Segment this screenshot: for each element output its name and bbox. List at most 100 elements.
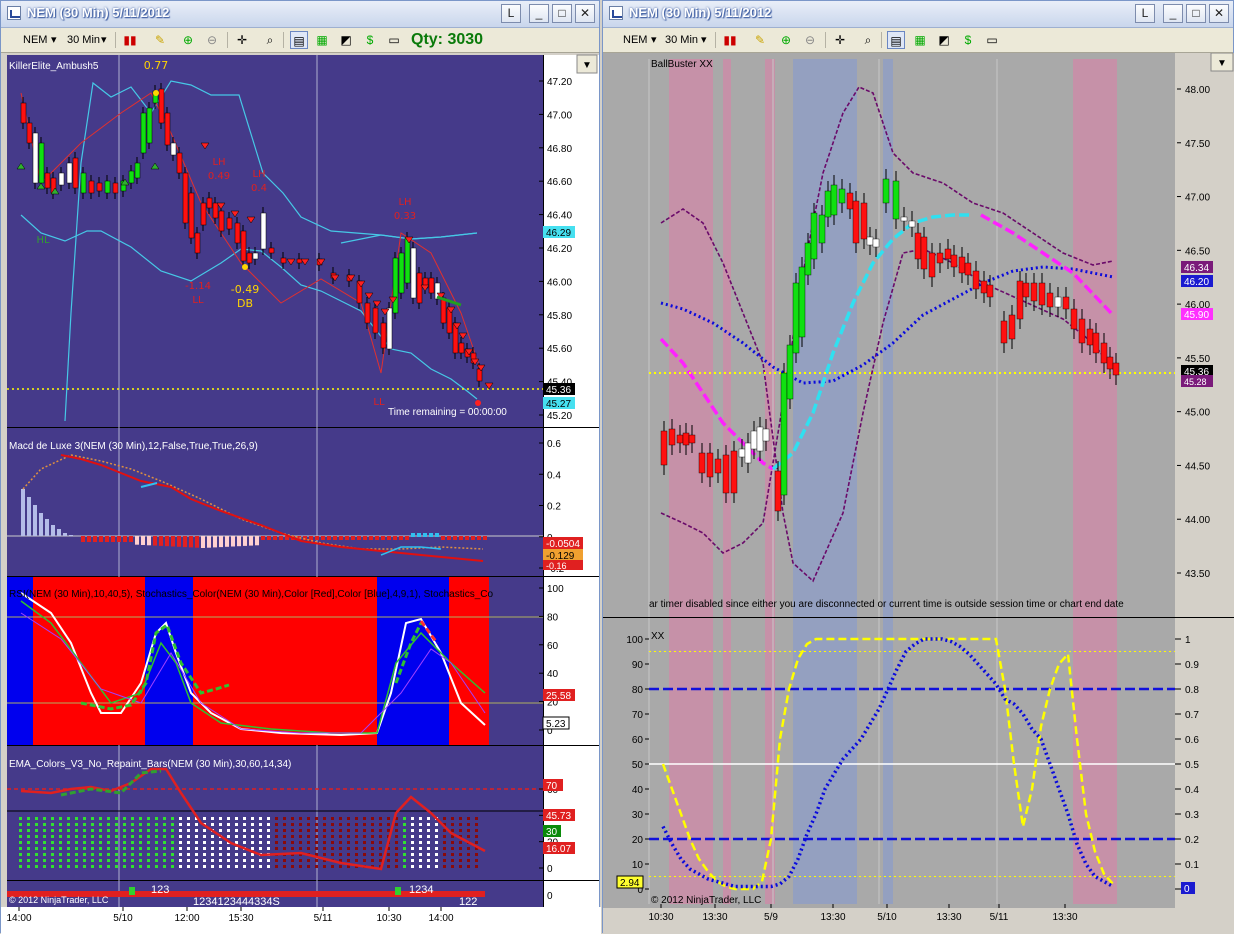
minimize-icon[interactable]: _ xyxy=(1163,4,1183,23)
ema-dot xyxy=(147,823,150,826)
ema-dot xyxy=(27,823,30,826)
ema-dot xyxy=(435,823,438,826)
macd-bar xyxy=(459,536,463,540)
indicators-icon[interactable]: ▦ xyxy=(911,31,929,49)
macd-bar xyxy=(165,536,169,547)
ema-dot xyxy=(411,847,414,850)
stoch-tick-label: 60 xyxy=(547,641,559,652)
macd-bar xyxy=(453,536,457,540)
ema-dot xyxy=(203,829,206,832)
strategies-icon[interactable]: ◩ xyxy=(337,31,355,49)
dropdown-arrow-icon[interactable]: ▾ xyxy=(51,31,57,49)
ema-dot xyxy=(251,823,254,826)
ema-dot xyxy=(35,853,38,856)
ema-dot xyxy=(467,865,470,868)
crosshair-icon[interactable]: ✛ xyxy=(831,31,849,49)
ema-dot xyxy=(155,865,158,868)
ema-dot xyxy=(195,841,198,844)
data-box-icon[interactable]: ▭ xyxy=(983,31,1001,49)
right-chart-area[interactable]: ▼ BallBuster XX ar timer disabled since … xyxy=(603,53,1234,934)
ema-dot xyxy=(323,847,326,850)
link-button[interactable]: L xyxy=(501,4,521,23)
ema-dot xyxy=(211,841,214,844)
zoom-out-icon[interactable]: ⊖ xyxy=(801,31,819,49)
zoom-in-icon[interactable]: ⊕ xyxy=(777,31,795,49)
indicators-icon[interactable]: ▦ xyxy=(313,31,331,49)
maximize-icon[interactable]: □ xyxy=(1186,4,1206,23)
ema-dot xyxy=(171,823,174,826)
strategies-icon[interactable]: ◩ xyxy=(935,31,953,49)
ema-dot xyxy=(83,817,86,820)
dropdown-arrow-icon[interactable]: ▾ xyxy=(651,31,657,49)
candle xyxy=(750,430,758,450)
chart-trader-icon[interactable]: ▤ xyxy=(290,31,308,49)
minimize-icon[interactable]: _ xyxy=(529,4,549,23)
ema-dot xyxy=(187,853,190,856)
ema-dot xyxy=(387,817,390,820)
ema-dot xyxy=(475,865,478,868)
zoom-out-icon[interactable]: ⊖ xyxy=(203,31,221,49)
dollar-icon[interactable]: $ xyxy=(361,31,379,49)
ema-dot xyxy=(43,865,46,868)
close-icon[interactable]: ✕ xyxy=(575,4,595,23)
ema-dot xyxy=(91,817,94,820)
right-toolbar: NEM ▾ 30 Min ▾ ▮▮ ✎ ⊕ ⊖ ✛ ⌕ ▤ ▦ ◩ $ ▭ xyxy=(603,28,1233,53)
right-title-bar: NEM (30 Min) 5/11/2012 L _ □ ✕ xyxy=(603,1,1233,28)
ema-dot xyxy=(339,829,342,832)
ema-dot xyxy=(363,835,366,838)
chart-trader-icon[interactable]: ▤ xyxy=(887,31,905,49)
ema-dot xyxy=(419,829,422,832)
ema-dot xyxy=(155,847,158,850)
ema-dot xyxy=(355,817,358,820)
ema-dot xyxy=(179,859,182,862)
bar-style-icon[interactable]: ▮▮ xyxy=(721,31,739,49)
ema-dot xyxy=(155,853,158,856)
ema-dot xyxy=(275,823,278,826)
interval-selector[interactable]: 30 Min xyxy=(665,31,698,49)
ema-dot xyxy=(75,841,78,844)
crosshair-icon[interactable]: ✛ xyxy=(233,31,251,49)
ema-dot xyxy=(67,859,70,862)
link-button[interactable]: L xyxy=(1135,4,1155,23)
ema-dot xyxy=(123,829,126,832)
instrument-selector[interactable]: NEM xyxy=(623,31,647,49)
ema-dot xyxy=(283,847,286,850)
properties-icon[interactable]: ⌕ xyxy=(859,31,877,49)
candle xyxy=(1086,328,1094,346)
ema-dot xyxy=(459,817,462,820)
macd-bar xyxy=(387,536,391,540)
ema-dot xyxy=(267,847,270,850)
right-price-tick-label: 46.50 xyxy=(1185,246,1210,257)
dollar-icon[interactable]: $ xyxy=(959,31,977,49)
pencil-icon[interactable]: ✎ xyxy=(151,31,169,49)
left-chart-area[interactable]: ▼ 0.77 LH 0.49 LH 0.4 LH 0.33 -0.49 DB -… xyxy=(1,53,601,934)
candle xyxy=(964,262,972,276)
dropdown-arrow-icon[interactable]: ▾ xyxy=(701,31,707,49)
ema-dot xyxy=(35,841,38,844)
zoom-in-icon[interactable]: ⊕ xyxy=(179,31,197,49)
ema-dot xyxy=(43,823,46,826)
bar-style-icon[interactable]: ▮▮ xyxy=(121,31,139,49)
ema-dot xyxy=(91,835,94,838)
ema-dot xyxy=(67,853,70,856)
svg-text:45.90: 45.90 xyxy=(1184,310,1209,321)
chart-icon xyxy=(609,6,623,20)
maximize-icon[interactable]: □ xyxy=(552,4,572,23)
instrument-selector[interactable]: NEM xyxy=(23,31,47,49)
pencil-icon[interactable]: ✎ xyxy=(751,31,769,49)
ema-dot xyxy=(235,823,238,826)
macd-bar xyxy=(315,536,319,540)
interval-selector[interactable]: 30 Min xyxy=(67,31,100,49)
ema-dot xyxy=(371,829,374,832)
ema-dot xyxy=(43,853,46,856)
candle xyxy=(386,307,393,350)
macd-bar xyxy=(393,536,397,540)
ema-dot xyxy=(299,817,302,820)
properties-icon[interactable]: ⌕ xyxy=(261,31,279,49)
dropdown-arrow-icon[interactable]: ▾ xyxy=(101,31,107,49)
data-box-icon[interactable]: ▭ xyxy=(385,31,403,49)
ema-dot xyxy=(227,853,230,856)
close-icon[interactable]: ✕ xyxy=(1209,4,1229,23)
ema-dot xyxy=(395,847,398,850)
ema-dot xyxy=(51,865,54,868)
